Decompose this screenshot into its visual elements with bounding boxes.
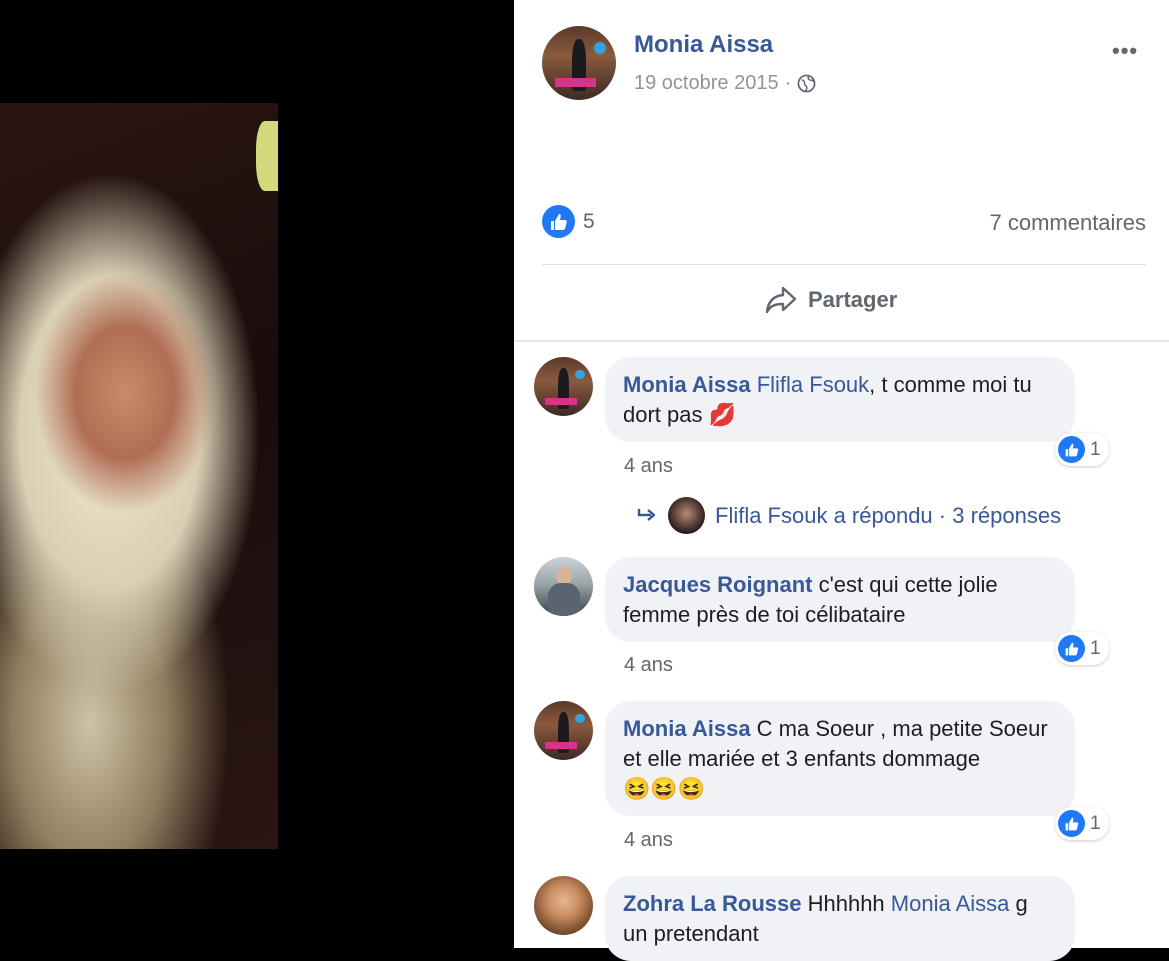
comment: Monia Aissa Flifla Fsouk, t comme moi tu…	[534, 357, 1154, 477]
commenter-name[interactable]: Monia Aissa	[623, 716, 751, 741]
like-count: 5	[583, 209, 595, 233]
reaction-count: 1	[1090, 812, 1101, 834]
commenter-avatar[interactable]	[534, 557, 593, 616]
view-replies-link[interactable]: Flifla Fsouk a répondu · 3 réponses	[636, 497, 1061, 534]
comments-count[interactable]: 7 commentaires	[989, 210, 1146, 236]
post-author-name[interactable]: Monia Aissa	[634, 31, 773, 59]
reaction-count: 1	[1090, 438, 1101, 460]
comment-reactions[interactable]: 1	[1055, 433, 1109, 466]
comment-time[interactable]: 4 ans	[624, 654, 673, 677]
replier-avatar	[668, 497, 705, 534]
more-options-icon[interactable]: •••	[1112, 38, 1138, 64]
comment-reactions[interactable]: 1	[1055, 807, 1109, 840]
like-icon	[542, 205, 575, 238]
post-meta: 19 octobre 2015 ·	[634, 72, 816, 95]
commenter-name[interactable]: Zohra La Rousse	[623, 891, 801, 916]
comment-text: Hhhhhh	[801, 891, 891, 916]
comment-bubble: Monia Aissa C ma Soeur , ma petite Soeur…	[605, 701, 1075, 816]
globe-icon[interactable]	[797, 74, 816, 93]
commenter-avatar[interactable]	[534, 357, 593, 416]
reaction-count: 1	[1090, 637, 1101, 659]
photo-viewer	[0, 0, 514, 948]
comment-time[interactable]: 4 ans	[624, 455, 673, 478]
share-button[interactable]: Partager	[764, 285, 897, 315]
mention-link[interactable]: Monia Aissa	[891, 891, 1010, 916]
divider	[514, 340, 1169, 342]
comment: Jacques Roignant c'est qui cette jolie f…	[534, 557, 1154, 676]
comment: Monia Aissa C ma Soeur , ma petite Soeur…	[534, 701, 1154, 851]
post-date[interactable]: 19 octobre 2015	[634, 72, 779, 95]
like-icon	[1058, 810, 1085, 837]
likes-summary[interactable]: 5	[542, 205, 595, 238]
comment-bubble: Jacques Roignant c'est qui cette jolie f…	[605, 557, 1075, 642]
comment-reactions[interactable]: 1	[1055, 632, 1109, 665]
mention-link[interactable]: Flifla Fsouk	[757, 372, 869, 397]
laughing-emoji: 😆😆😆	[623, 776, 706, 801]
author-avatar[interactable]	[542, 26, 616, 100]
like-icon	[1058, 436, 1085, 463]
share-icon	[765, 286, 797, 314]
divider	[542, 264, 1146, 265]
kiss-emoji: 💋	[708, 402, 737, 427]
share-label: Partager	[808, 287, 898, 312]
photo-highlight	[256, 121, 278, 191]
post-photo[interactable]	[0, 103, 278, 849]
comment-bubble: Monia Aissa Flifla Fsouk, t comme moi tu…	[605, 357, 1075, 442]
comment-bubble: Zohra La Rousse Hhhhhh Monia Aissa g un …	[605, 876, 1075, 961]
post-panel: Monia Aissa 19 octobre 2015 · ••• 5 7 co…	[514, 0, 1169, 961]
meta-separator: ·	[784, 72, 792, 94]
reply-arrow-icon	[637, 508, 656, 521]
commenter-avatar[interactable]	[534, 876, 593, 935]
comment-time[interactable]: 4 ans	[624, 829, 673, 852]
commenter-avatar[interactable]	[534, 701, 593, 760]
commenter-name[interactable]: Jacques Roignant	[623, 572, 812, 597]
like-icon	[1058, 635, 1085, 662]
commenter-name[interactable]: Monia Aissa	[623, 372, 751, 397]
replies-label: Flifla Fsouk a répondu · 3 réponses	[715, 502, 1062, 528]
